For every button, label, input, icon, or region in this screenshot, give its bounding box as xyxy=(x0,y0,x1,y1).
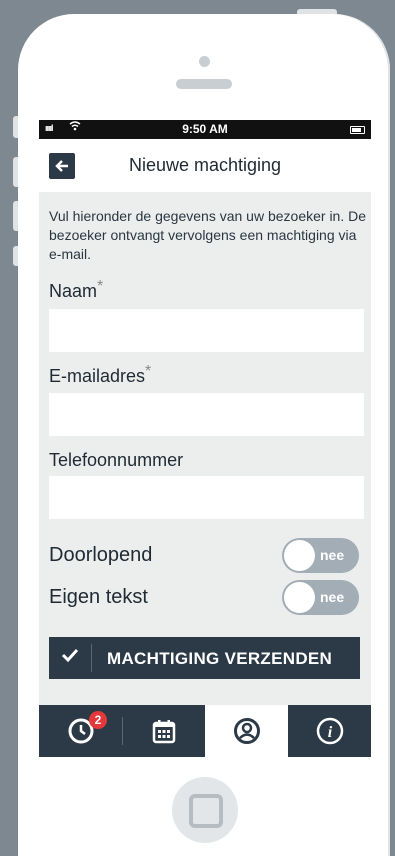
toggle-doorlopend[interactable]: nee xyxy=(282,538,359,573)
name-input[interactable] xyxy=(49,309,364,352)
phone-input[interactable] xyxy=(49,476,364,519)
app-screen: ııııl 9:50 AM Nieuwe machtiging Vul hier… xyxy=(39,120,371,757)
name-label-text: Naam xyxy=(49,281,98,301)
status-bar: ııııl 9:50 AM xyxy=(39,120,371,139)
tab-info[interactable]: i xyxy=(288,705,371,757)
page-title: Nieuwe machtiging xyxy=(128,155,282,175)
app-header: Nieuwe machtiging xyxy=(39,139,371,192)
name-label: Naam* xyxy=(49,278,104,302)
phone-label: Telefoonnummer xyxy=(49,450,184,470)
camera xyxy=(199,56,210,67)
status-time: 9:50 AM xyxy=(182,122,228,136)
battery-icon xyxy=(350,126,365,134)
tab-calendar[interactable] xyxy=(123,705,205,757)
toggle-knob xyxy=(284,540,315,571)
toggle-doorlopend-label: Doorlopend xyxy=(49,544,153,566)
required-star: * xyxy=(97,278,104,295)
required-star: * xyxy=(145,363,152,380)
info-icon: i xyxy=(316,717,343,745)
tab-profile[interactable] xyxy=(205,705,288,757)
home-square-icon xyxy=(189,794,223,828)
send-authorization-button[interactable]: MACHTIGING VERZENDEN xyxy=(49,637,360,679)
tab-bar: 2 i xyxy=(39,705,371,757)
email-label: E-mailadres* xyxy=(49,363,152,387)
button-divider xyxy=(91,644,92,672)
home-button[interactable] xyxy=(172,777,238,843)
intro-text: Vul hieronder de gegevens van uw bezoeke… xyxy=(49,208,367,262)
toggle-eigen-tekst[interactable]: nee xyxy=(282,580,359,615)
toggle-state: nee xyxy=(320,589,345,605)
check-icon xyxy=(61,646,79,670)
toggle-eigen-tekst-label: Eigen tekst xyxy=(49,586,148,608)
calendar-icon xyxy=(152,720,176,744)
email-label-text: E-mailadres xyxy=(49,366,146,386)
toggle-knob xyxy=(284,582,315,613)
svg-text:i: i xyxy=(327,724,332,741)
email-input[interactable] xyxy=(49,393,364,436)
notification-badge: 2 xyxy=(89,711,107,729)
tab-history[interactable]: 2 xyxy=(39,705,122,757)
toggle-state: nee xyxy=(320,547,345,563)
user-circle-icon xyxy=(233,718,260,744)
send-authorization-label: MACHTIGING VERZENDEN xyxy=(107,649,333,668)
speaker xyxy=(176,79,232,89)
